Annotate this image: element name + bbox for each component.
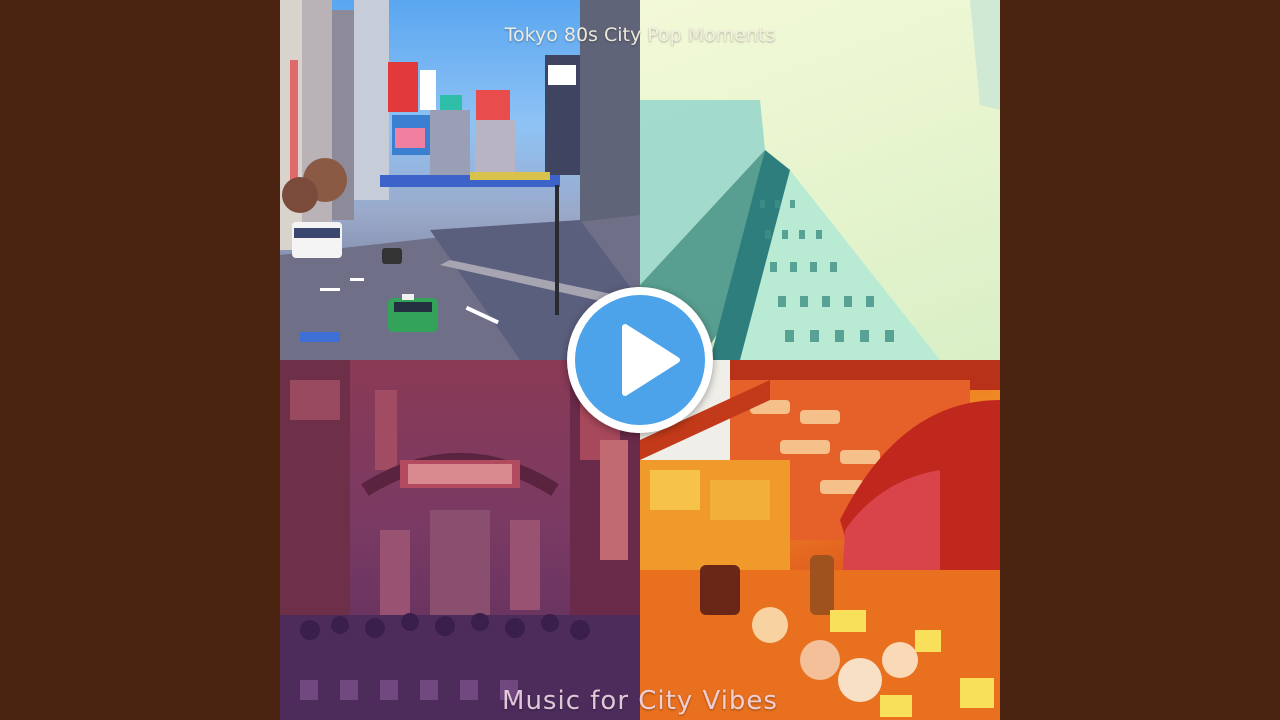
video-title-top: Tokyo 80s City Pop Moments — [504, 24, 776, 46]
play-icon — [622, 324, 680, 396]
play-button[interactable] — [567, 287, 713, 433]
play-button-circle — [575, 295, 705, 425]
video-title-bottom: Music for City Vibes — [502, 686, 778, 716]
